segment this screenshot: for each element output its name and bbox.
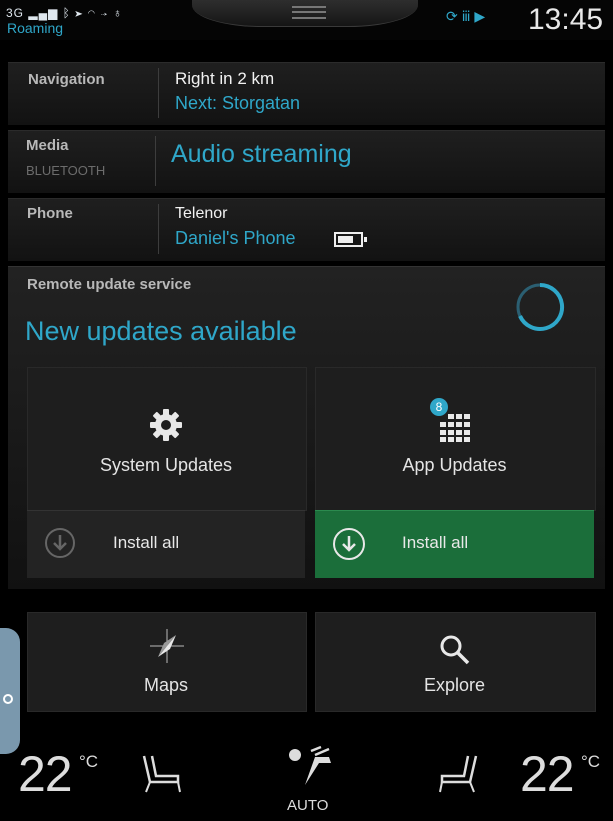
right-temperature[interactable]: 22 [520,745,575,803]
media-source: BLUETOOTH [26,163,106,178]
search-icon [437,632,471,666]
app-grid-icon [436,413,474,443]
status-left-icons: 3G ▂▄▆ ᛒ ➤ ◠ ⇢ ♁ [6,6,123,20]
app-install-all-label: Install all [402,533,469,552]
compass-icon [148,627,186,665]
left-temperature-unit: °C [79,752,99,771]
update-headline: New updates available [25,316,297,346]
phone-device-name: Daniel's Phone [175,228,296,248]
left-seat-heat-icon[interactable] [136,752,184,796]
left-temperature[interactable]: 22 [18,745,73,803]
right-seat-heat-icon[interactable] [436,752,484,796]
app-updates-label: App Updates [402,455,507,475]
download-icon [332,527,366,561]
download-icon [44,527,76,559]
phone-carrier: Telenor [175,205,228,222]
app-updates-badge: 8 [430,398,448,416]
phone-row[interactable] [8,198,605,261]
navigation-next-street: Next: Storgatan [175,93,301,113]
media-now-playing: Audio streaming [171,140,352,168]
stethoscope-icon: ♁ [112,6,123,20]
menu-handle-icon[interactable] [292,6,326,19]
loading-spinner-icon [515,282,565,332]
bluetooth-icon: ᛒ [62,6,71,20]
fan-airflow-icon[interactable] [285,745,337,791]
navigation-instruction: Right in 2 km [175,69,275,88]
system-install-all-label: Install all [113,533,180,552]
location-icon: ➤ [75,6,84,20]
phone-label: Phone [27,205,73,222]
gear-icon [148,407,184,443]
explore-label: Explore [423,675,486,695]
roaming-label: Roaming [7,20,64,36]
battery-icon [334,232,367,247]
wifi-icon: ◠ [87,6,96,20]
clock: 13:45 [528,3,604,36]
network-type: 3G [6,6,25,20]
side-drawer-handle[interactable] [0,628,20,754]
divider [155,136,156,186]
right-temperature-unit: °C [581,752,601,771]
media-label: Media [26,137,69,154]
usb-icon: ⇢ [100,6,109,20]
handle-dot-icon [3,694,13,704]
status-right-icons: ⟳ ⅲ ▶ [446,8,486,24]
divider [158,204,159,254]
fan-auto-label: AUTO [287,797,329,814]
remote-update-title: Remote update service [27,276,192,293]
navigation-label: Navigation [28,71,105,88]
divider [158,68,159,118]
maps-label: Maps [143,675,188,695]
system-updates-label: System Updates [99,455,233,475]
signal-icon: ▂▄▆ [28,6,59,20]
